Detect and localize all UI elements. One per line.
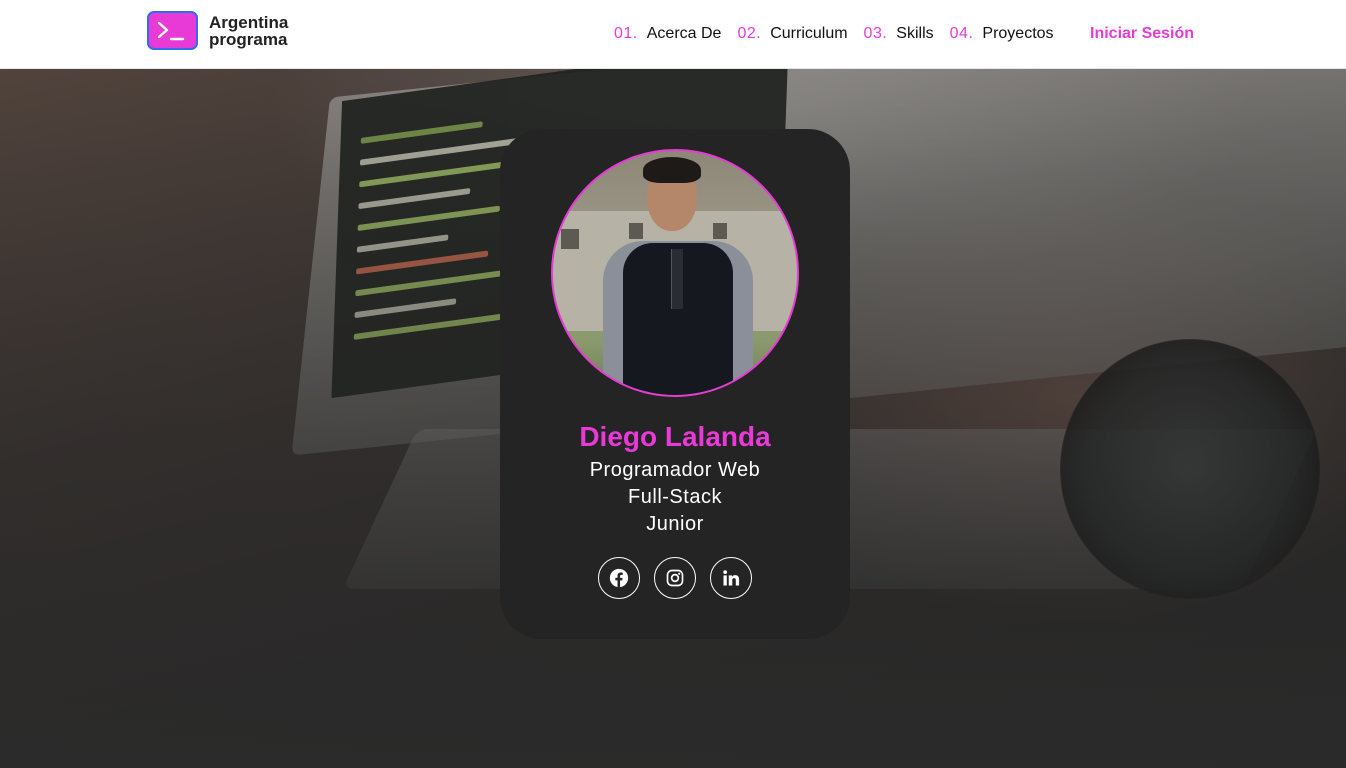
nav-item-number: 01. xyxy=(614,25,638,42)
profile-role-line2: Full-Stack xyxy=(628,486,722,508)
instagram-icon xyxy=(666,569,684,587)
avatar xyxy=(551,149,799,397)
social-links xyxy=(598,557,752,599)
profile-card: Diego Lalanda Programador Web Full-Stack… xyxy=(500,129,850,639)
facebook-icon xyxy=(609,568,629,588)
nav-item-number: 02. xyxy=(737,25,762,42)
linkedin-link[interactable] xyxy=(710,557,752,599)
logo[interactable]: Argentina programa xyxy=(147,11,288,50)
site-header: Argentina programa 01. Acerca De 02. Cur… xyxy=(0,0,1346,69)
nav-item-proyectos[interactable]: 04. Proyectos xyxy=(950,25,1054,43)
linkedin-icon xyxy=(723,570,740,586)
nav-item-number: 04. xyxy=(949,25,974,42)
login-link[interactable]: Iniciar Sesión xyxy=(1090,25,1194,43)
nav-item-skills[interactable]: 03. Skills xyxy=(864,25,934,43)
nav-item-label: Acerca De xyxy=(646,25,722,42)
nav-item-number: 03. xyxy=(863,25,888,42)
logo-text: Argentina programa xyxy=(209,14,288,48)
nav-item-curriculum[interactable]: 02. Curriculum xyxy=(737,25,847,43)
nav-item-label: Curriculum xyxy=(770,25,848,42)
facebook-link[interactable] xyxy=(598,557,640,599)
nav-item-acerca-de[interactable]: 01. Acerca De xyxy=(614,25,721,43)
main-nav: 01. Acerca De 02. Curriculum 03. Skills … xyxy=(614,25,1070,43)
terminal-icon xyxy=(147,11,198,50)
instagram-link[interactable] xyxy=(654,557,696,599)
profile-name: Diego Lalanda xyxy=(579,421,771,452)
profile-role-line1: Programador Web xyxy=(589,459,761,481)
logo-line2: programa xyxy=(209,29,288,49)
nav-item-label: Skills xyxy=(896,25,934,42)
profile-role-line3: Junior xyxy=(646,513,704,535)
logo-line1: Argentina xyxy=(209,12,289,32)
nav-item-label: Proyectos xyxy=(982,25,1054,42)
